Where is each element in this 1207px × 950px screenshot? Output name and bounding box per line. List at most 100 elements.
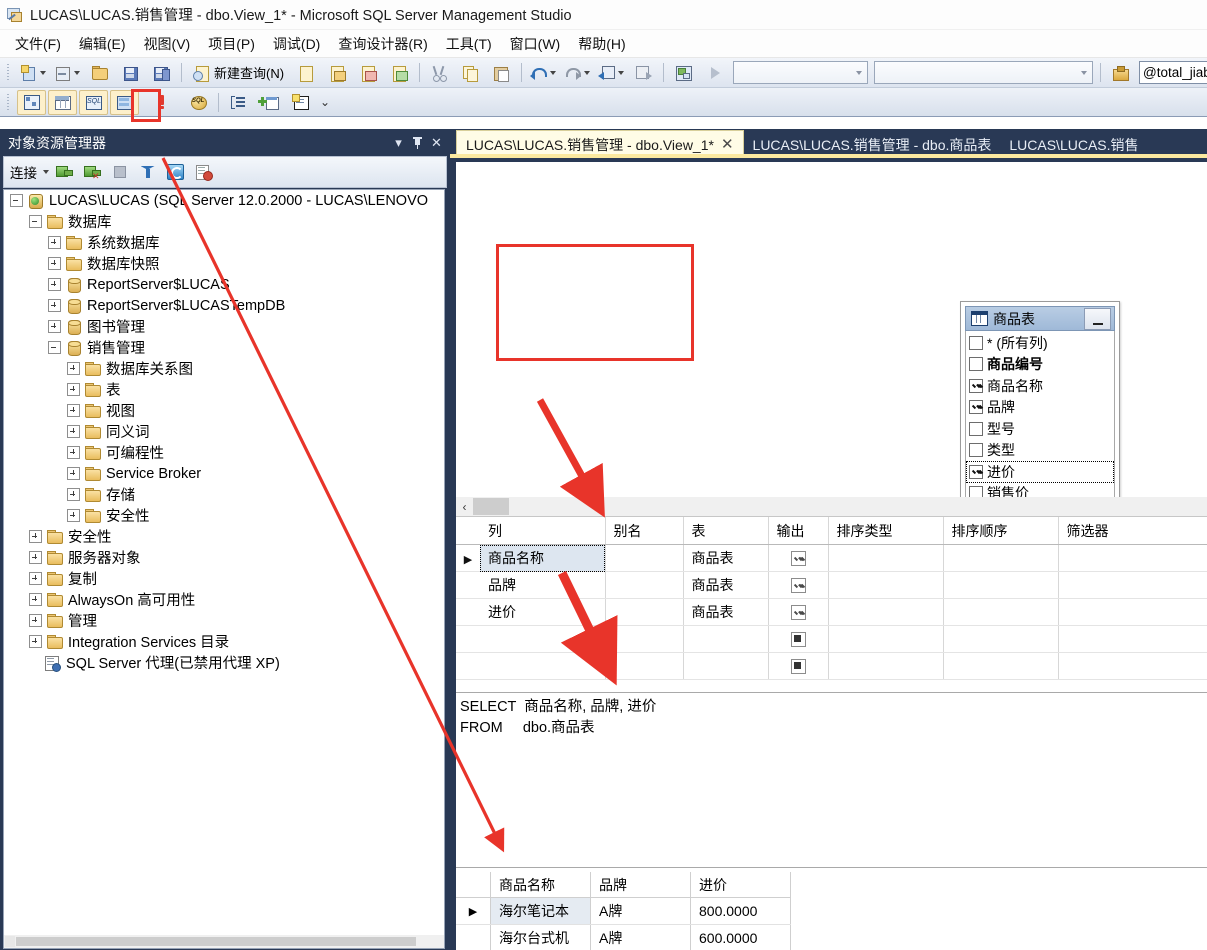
disconnect-button[interactable]: ✕ [78,159,105,185]
expand-plus-icon[interactable] [48,257,61,270]
show-sql-pane-toggle[interactable]: SQL [79,89,108,115]
checkbox-checked-icon[interactable] [790,605,806,621]
diagram-pane[interactable] [456,162,1207,292]
object-explorer-tree[interactable]: LUCAS\LUCAS (SQL Server 12.0.2000 - LUCA… [3,189,445,936]
column-header[interactable]: 表 [683,517,769,545]
stop-button[interactable] [106,159,133,185]
copy-button[interactable] [456,60,485,85]
row-marker[interactable]: ▶ [456,544,480,572]
menu-file[interactable]: 文件(F) [6,31,70,57]
toolbar-overflow-chevron[interactable]: ⌄ [320,95,330,109]
checkbox-unchecked-icon[interactable] [969,443,983,458]
execute-sql-button[interactable] [147,90,176,115]
checkbox-unchecked-icon[interactable] [969,421,983,436]
table-row[interactable]: ▶ 商品名称 商品表 [456,544,1207,572]
collapse-minus-icon[interactable] [29,215,42,228]
grid-cell[interactable]: 商品表 [683,571,769,599]
expand-plus-icon[interactable] [67,362,80,375]
grid-cell[interactable]: 海尔笔记本 [490,897,591,925]
grid-cell[interactable] [1058,544,1207,572]
grid-cell[interactable] [943,652,1059,680]
show-results-pane-toggle[interactable] [110,89,139,115]
grid-cell[interactable] [605,544,684,572]
verify-sql-syntax-button[interactable]: SQL [184,90,213,115]
column-header[interactable]: 品牌 [590,872,691,898]
column-header[interactable]: 筛选器 [1058,517,1207,545]
grid-cell[interactable]: 进价 [480,598,606,626]
new-analysis-services-query-button[interactable] [323,60,352,85]
navigate-forward-button[interactable] [629,60,658,85]
table-row[interactable] [456,652,1207,680]
checkbox-checked-icon[interactable] [969,378,983,393]
menu-window[interactable]: 窗口(W) [501,31,570,57]
grid-cell[interactable] [768,652,829,680]
expand-plus-icon[interactable] [67,509,80,522]
tree-node[interactable]: 安全性 [4,505,444,526]
scrollbar-thumb[interactable] [16,937,416,946]
tree-node[interactable]: AlwaysOn 高可用性 [4,589,444,610]
table-row[interactable]: 品牌 商品表 [456,571,1207,599]
new-item-button[interactable] [51,60,83,85]
tree-node[interactable]: 安全性 [4,526,444,547]
expand-plus-icon[interactable] [67,425,80,438]
grid-cell[interactable]: 商品名称 [480,544,606,572]
checkbox-checked-icon[interactable] [969,400,983,415]
new-project-button[interactable] [17,60,49,85]
table-header[interactable]: 商品表 [965,306,1115,331]
grid-cell[interactable] [943,625,1059,653]
collapse-minus-icon[interactable] [10,194,23,207]
grid-cell[interactable]: 600.0000 [690,924,791,950]
new-database-engine-query-button[interactable] [292,60,321,85]
tree-node[interactable]: 数据库快照 [4,253,444,274]
checkbox-unchecked-icon[interactable] [969,335,983,350]
grid-cell[interactable]: A牌 [590,924,691,950]
checkbox-indeterminate-icon[interactable] [790,632,806,648]
tree-node[interactable]: 服务器对象 [4,547,444,568]
minimize-button[interactable] [1084,307,1111,330]
column-checkbox-row[interactable]: 类型 [966,440,1114,462]
expand-plus-icon[interactable] [48,278,61,291]
grid-cell[interactable]: 海尔台式机 [490,924,591,950]
expand-plus-icon[interactable] [67,383,80,396]
expand-plus-icon[interactable] [67,404,80,417]
checkbox-unchecked-icon[interactable] [969,357,983,372]
tree-node[interactable]: 数据库 [4,211,444,232]
column-checkbox-row[interactable]: 进价 [966,461,1114,483]
sql-pane[interactable]: SELECT 商品名称, 品牌, 进价 FROM dbo.商品表 [456,692,1207,872]
filter-button[interactable] [134,159,161,185]
grid-cell[interactable] [605,598,684,626]
tree-node[interactable]: 销售管理 [4,337,444,358]
grid-cell[interactable] [768,544,829,572]
run-button[interactable] [700,60,729,85]
table-row[interactable]: 进价 商品表 [456,598,1207,626]
menu-project[interactable]: 项目(P) [199,31,264,57]
grid-cell[interactable] [605,571,684,599]
add-table-button[interactable] [255,90,284,115]
tree-node[interactable]: 管理 [4,610,444,631]
grid-cell[interactable] [480,652,606,680]
grid-cell[interactable] [828,571,944,599]
connect-object-explorer-button[interactable] [50,159,77,185]
tree-node[interactable]: 视图 [4,400,444,421]
close-icon[interactable]: ✕ [427,133,446,152]
expand-plus-icon[interactable] [67,467,80,480]
show-criteria-pane-toggle[interactable] [48,89,77,115]
column-header[interactable]: 列 [480,517,606,545]
expand-plus-icon[interactable] [67,446,80,459]
redo-button[interactable] [561,60,593,85]
tree-node[interactable]: ReportServer$LUCASTempDB [4,295,444,316]
row-marker[interactable]: ▶ [456,897,491,925]
designer-toolbar-grip[interactable] [6,93,13,111]
tree-node[interactable]: 图书管理 [4,316,444,337]
grid-cell[interactable] [828,625,944,653]
sql-line[interactable]: FROM dbo.商品表 [458,718,1207,739]
close-icon[interactable]: ✕ [721,137,734,152]
menu-query-designer[interactable]: 查询设计器(R) [329,31,436,57]
row-marker[interactable] [456,924,491,950]
row-marker[interactable] [456,625,480,653]
checkbox-checked-icon[interactable] [790,578,806,594]
column-header[interactable]: 进价 [690,872,791,898]
object-combo[interactable] [874,61,1094,84]
scrollbar-thumb[interactable] [473,498,509,515]
database-combo[interactable] [733,61,869,84]
